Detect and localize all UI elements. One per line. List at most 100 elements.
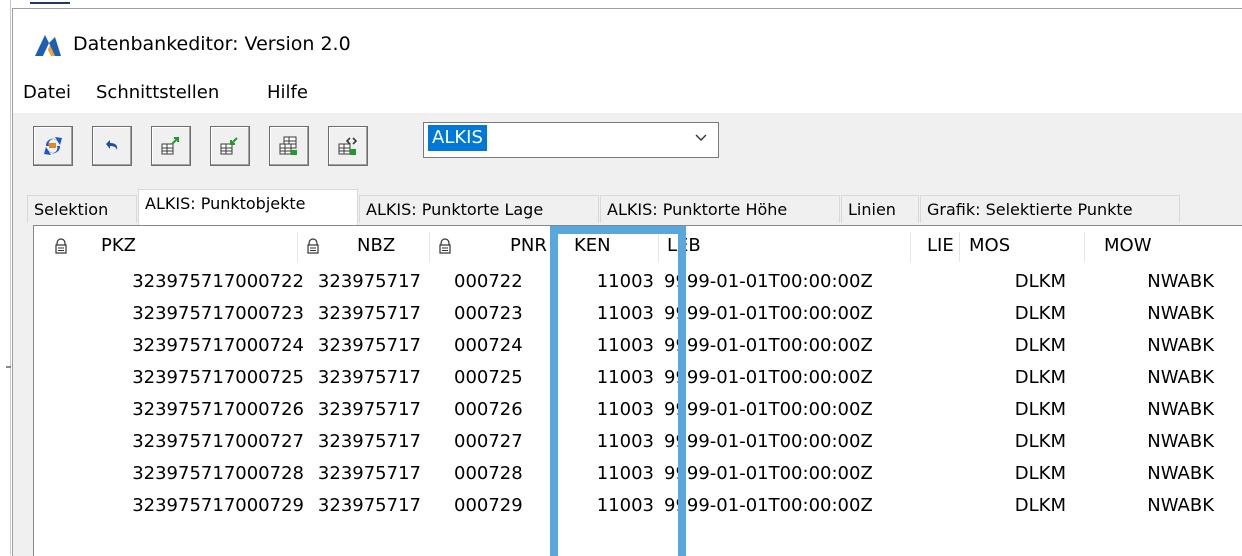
- cell-leb[interactable]: 9999-01-01T00:00:00Z: [664, 490, 914, 522]
- export-button[interactable]: [151, 126, 191, 166]
- chevron-down-icon[interactable]: [694, 131, 708, 145]
- window-title: Datenbankeditor: Version 2.0: [73, 33, 351, 55]
- cell-mow[interactable]: NWABK: [1094, 298, 1214, 330]
- cell-pnr[interactable]: 000727: [454, 426, 544, 458]
- tab-alkis-punktobjekte[interactable]: ALKIS: Punktobjekte: [138, 189, 358, 225]
- cell-mow[interactable]: NWABK: [1094, 330, 1214, 362]
- cell-pkz[interactable]: 323975717000725: [104, 362, 304, 394]
- cell-mos[interactable]: DLKM: [964, 394, 1066, 426]
- cell-mow[interactable]: NWABK: [1094, 394, 1214, 426]
- cell-pnr[interactable]: 000722: [454, 266, 544, 298]
- column-header-nbz[interactable]: NBZ: [357, 226, 395, 266]
- cell-ken[interactable]: 11003: [574, 330, 654, 362]
- cell-mos[interactable]: DLKM: [964, 458, 1066, 490]
- cell-pkz[interactable]: 323975717000726: [104, 394, 304, 426]
- cell-leb[interactable]: 9999-01-01T00:00:00Z: [664, 362, 914, 394]
- cell-mos[interactable]: DLKM: [964, 298, 1066, 330]
- refresh-button[interactable]: [33, 126, 73, 166]
- cell-nbz[interactable]: 323975717: [303, 490, 421, 522]
- cell-lie[interactable]: [914, 458, 954, 490]
- cell-lie[interactable]: [914, 330, 954, 362]
- column-header-pnr[interactable]: PNR: [510, 226, 547, 266]
- cell-pnr[interactable]: 000725: [454, 362, 544, 394]
- undo-button[interactable]: [92, 126, 132, 166]
- tab-selektion[interactable]: Selektion: [27, 195, 137, 223]
- title-bar[interactable]: Datenbankeditor: Version 2.0: [13, 9, 1242, 71]
- cell-ken[interactable]: 11003: [574, 266, 654, 298]
- cell-pkz[interactable]: 323975717000727: [104, 426, 304, 458]
- cell-pkz[interactable]: 323975717000728: [104, 458, 304, 490]
- cell-pkz[interactable]: 323975717000722: [104, 266, 304, 298]
- cell-pkz[interactable]: 323975717000729: [104, 490, 304, 522]
- interface-icon: [338, 137, 358, 155]
- cell-pnr[interactable]: 000726: [454, 394, 544, 426]
- cell-nbz[interactable]: 323975717: [303, 426, 421, 458]
- cell-pnr[interactable]: 000729: [454, 490, 544, 522]
- menu-bar: Datei Schnittstellen Hilfe: [13, 71, 1242, 113]
- menu-datei[interactable]: Datei: [23, 81, 71, 105]
- cell-mow[interactable]: NWABK: [1094, 362, 1214, 394]
- data-grid[interactable]: PKZ NBZ PNR KEN LEB LIE MOS MOW 32397571…: [33, 225, 1242, 556]
- column-header-ken[interactable]: KEN: [574, 226, 611, 266]
- column-header-leb[interactable]: LEB: [667, 226, 701, 266]
- menu-hilfe[interactable]: Hilfe: [267, 81, 308, 105]
- cell-lie[interactable]: [914, 490, 954, 522]
- cell-lie[interactable]: [914, 362, 954, 394]
- cell-ken[interactable]: 11003: [574, 426, 654, 458]
- cell-ken[interactable]: 11003: [574, 490, 654, 522]
- cell-ken[interactable]: 11003: [574, 362, 654, 394]
- cell-nbz[interactable]: 323975717: [303, 458, 421, 490]
- cell-nbz[interactable]: 323975717: [303, 330, 421, 362]
- cell-mow[interactable]: NWABK: [1094, 426, 1214, 458]
- cell-nbz[interactable]: 323975717: [303, 266, 421, 298]
- interface-button[interactable]: [328, 126, 368, 166]
- left-strip: [0, 0, 12, 555]
- tab-grafik-selektierte-punkte[interactable]: Grafik: Selektierte Punkte: [920, 195, 1180, 223]
- cell-pnr[interactable]: 000723: [454, 298, 544, 330]
- import-icon: [220, 137, 238, 155]
- lock-icon: [307, 238, 319, 254]
- toolbar: ALKIS: [13, 113, 1242, 187]
- menu-schnittstellen[interactable]: Schnittstellen: [96, 81, 219, 105]
- cell-mos[interactable]: DLKM: [964, 362, 1066, 394]
- column-header-pkz[interactable]: PKZ: [101, 226, 136, 266]
- cell-mow[interactable]: NWABK: [1094, 266, 1214, 298]
- column-header-lie[interactable]: LIE: [927, 226, 954, 266]
- tab-alkis-punktorte-hoehe[interactable]: ALKIS: Punktorte Höhe: [600, 195, 840, 223]
- cell-mos[interactable]: DLKM: [964, 426, 1066, 458]
- cell-ken[interactable]: 11003: [574, 298, 654, 330]
- cell-leb[interactable]: 9999-01-01T00:00:00Z: [664, 298, 914, 330]
- table-button[interactable]: [269, 126, 309, 166]
- cell-lie[interactable]: [914, 298, 954, 330]
- cell-leb[interactable]: 9999-01-01T00:00:00Z: [664, 458, 914, 490]
- lock-icon: [55, 238, 67, 254]
- tab-alkis-punktorte-lage[interactable]: ALKIS: Punktorte Lage: [359, 195, 599, 223]
- cell-pnr[interactable]: 000724: [454, 330, 544, 362]
- cell-nbz[interactable]: 323975717: [303, 394, 421, 426]
- dataset-combobox[interactable]: ALKIS: [423, 122, 719, 158]
- top-strip: [0, 0, 1242, 8]
- cell-nbz[interactable]: 323975717: [303, 298, 421, 330]
- cell-leb[interactable]: 9999-01-01T00:00:00Z: [664, 266, 914, 298]
- cell-pnr[interactable]: 000728: [454, 458, 544, 490]
- cell-pkz[interactable]: 323975717000723: [104, 298, 304, 330]
- cell-lie[interactable]: [914, 394, 954, 426]
- cell-ken[interactable]: 11003: [574, 394, 654, 426]
- cell-lie[interactable]: [914, 266, 954, 298]
- cell-mos[interactable]: DLKM: [964, 330, 1066, 362]
- cell-mow[interactable]: NWABK: [1094, 458, 1214, 490]
- cell-ken[interactable]: 11003: [574, 458, 654, 490]
- cell-leb[interactable]: 9999-01-01T00:00:00Z: [664, 394, 914, 426]
- column-header-mos[interactable]: MOS: [969, 226, 1010, 266]
- column-header-mow[interactable]: MOW: [1104, 226, 1152, 266]
- cell-mos[interactable]: DLKM: [964, 490, 1066, 522]
- cell-leb[interactable]: 9999-01-01T00:00:00Z: [664, 426, 914, 458]
- cell-mow[interactable]: NWABK: [1094, 490, 1214, 522]
- cell-pkz[interactable]: 323975717000724: [104, 330, 304, 362]
- cell-leb[interactable]: 9999-01-01T00:00:00Z: [664, 330, 914, 362]
- cell-nbz[interactable]: 323975717: [303, 362, 421, 394]
- cell-mos[interactable]: DLKM: [964, 266, 1066, 298]
- import-button[interactable]: [210, 126, 250, 166]
- tab-linien[interactable]: Linien: [841, 195, 919, 223]
- cell-lie[interactable]: [914, 426, 954, 458]
